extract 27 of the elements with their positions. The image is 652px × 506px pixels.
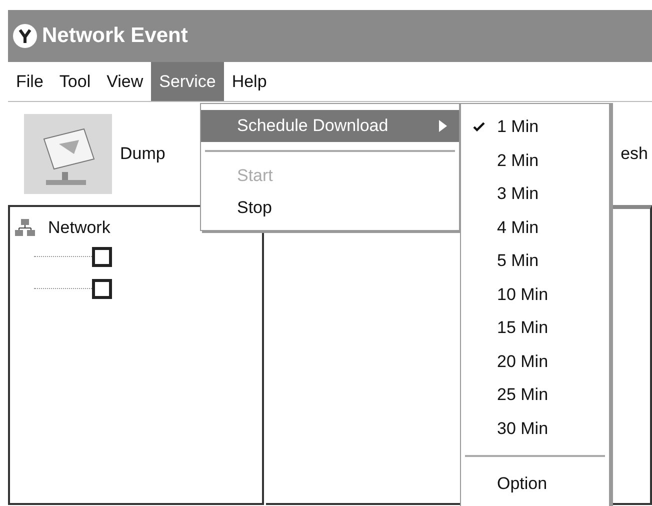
submenu-item[interactable]: 15 Min [461,311,609,344]
submenu-item[interactable]: 4 Min [461,210,609,244]
menu-item[interactable]: Help [224,62,275,101]
submenu-arrow-icon [439,120,447,132]
menu-item[interactable]: File [8,62,52,101]
menu-item[interactable]: View [98,62,152,101]
submenu-item[interactable]: 3 Min [461,177,609,210]
submenu-item[interactable]: 5 Min [461,244,609,278]
submenu-item[interactable]: 20 Min [461,344,609,378]
submenu-item[interactable]: Option [461,467,609,500]
window-title: Network Event [42,23,188,50]
menu-item[interactable]: Service [151,62,224,101]
logo-icon [12,23,38,49]
tree-root-label: Network [48,217,110,239]
toolbar-button[interactable]: esh [620,140,648,166]
submenu-item[interactable]: 10 Min [461,278,609,311]
submenu-item[interactable]: 25 Min [461,378,609,412]
submenu-item[interactable]: 30 Min [461,412,609,445]
menu-entry[interactable]: Schedule Download [201,110,459,142]
submenu-item[interactable]: 1 Min [461,110,609,144]
network-icon [14,218,36,238]
submenu-item[interactable]: 2 Min [461,144,609,177]
menu-item[interactable]: Tool [51,62,99,101]
dump-button[interactable]: Dump [24,114,166,194]
tree-checkbox[interactable] [92,246,112,266]
menu-entry[interactable]: Stop [201,192,459,224]
tree-checkbox[interactable] [92,278,112,298]
